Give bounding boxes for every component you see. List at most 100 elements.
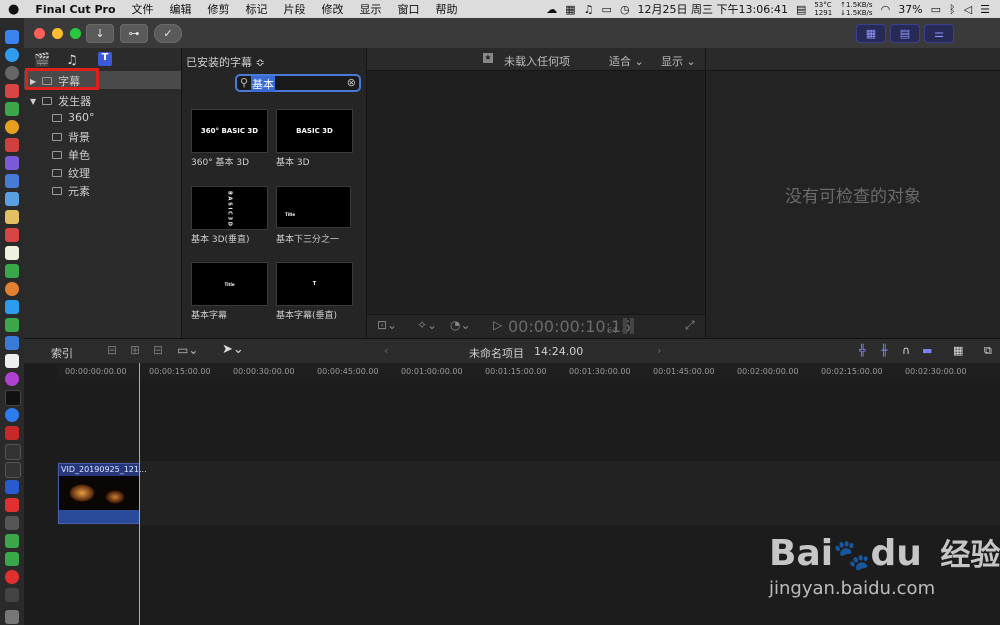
show-timeline-button[interactable]: ▤ bbox=[890, 24, 920, 43]
title-thumb-basic-3d-vertical[interactable]: B A S I C 3 D bbox=[191, 186, 268, 230]
terminal-icon[interactable] bbox=[5, 444, 21, 460]
yandex-icon[interactable] bbox=[5, 498, 19, 512]
enhance-icon[interactable]: ✧⌄ bbox=[417, 318, 437, 332]
show-browser-button[interactable]: ▦ bbox=[856, 24, 886, 43]
app-icon-green-2[interactable] bbox=[5, 264, 19, 278]
sidebar-item-elements[interactable]: 元素 bbox=[52, 183, 90, 199]
apple-tv-icon[interactable] bbox=[5, 390, 21, 406]
menu-help[interactable]: 帮助 bbox=[428, 1, 466, 17]
select-tool-icon[interactable]: ➤⌄ bbox=[222, 342, 244, 357]
app-icon-blue[interactable] bbox=[5, 174, 19, 188]
finder-icon[interactable] bbox=[5, 30, 19, 44]
show-inspector-button[interactable]: ⚌ bbox=[924, 24, 954, 43]
photos-audio-icon[interactable]: ♫ bbox=[66, 53, 78, 68]
messages-icon[interactable] bbox=[5, 318, 19, 332]
temp-fan-readout[interactable]: 53°C 1291 bbox=[814, 1, 832, 17]
display-dropdown[interactable]: 显示 ⌄ bbox=[661, 53, 696, 69]
minimize-window-button[interactable] bbox=[52, 28, 63, 39]
sidebar-item-generators[interactable]: ▼ 发生器 bbox=[30, 93, 91, 109]
bluetooth-icon[interactable]: ᛒ bbox=[949, 3, 956, 16]
app-icon-green-3[interactable] bbox=[5, 534, 19, 548]
apple-icon[interactable]: ● bbox=[0, 2, 27, 17]
skimming-icon[interactable]: ╬ bbox=[859, 344, 866, 357]
primary-storyline[interactable] bbox=[57, 461, 1000, 525]
trash-icon[interactable] bbox=[5, 610, 19, 624]
weibo-icon[interactable] bbox=[5, 570, 19, 584]
history-forward-icon[interactable]: › bbox=[657, 344, 661, 357]
network-readout[interactable]: ↑1.5KB/s ↓1.5KB/s bbox=[840, 1, 872, 17]
vivaldi-icon[interactable] bbox=[5, 426, 19, 440]
vpn-icon[interactable] bbox=[5, 480, 19, 494]
app-icon-red-2[interactable] bbox=[5, 138, 19, 152]
append-clip-icon[interactable]: ⊟ bbox=[153, 343, 163, 357]
sidebar-item-background[interactable]: 背景 bbox=[52, 129, 90, 145]
insert-clip-icon[interactable]: ⊞ bbox=[130, 343, 140, 357]
app-icon-blue-4[interactable] bbox=[5, 336, 19, 350]
zoom-window-button[interactable] bbox=[70, 28, 81, 39]
title-thumb-basic-3d[interactable]: BASIC 3D bbox=[276, 109, 353, 153]
sidebar-item-360[interactable]: 360° bbox=[52, 111, 95, 124]
music-icon[interactable]: ♫ bbox=[584, 3, 594, 16]
calendar-icon[interactable] bbox=[5, 228, 19, 242]
podcasts-icon[interactable] bbox=[5, 372, 19, 386]
volume-icon[interactable]: ◁ bbox=[964, 3, 972, 16]
chrome-icon[interactable] bbox=[5, 120, 19, 134]
stats-icon[interactable]: ▤ bbox=[796, 3, 806, 16]
final-cut-icon[interactable] bbox=[5, 588, 19, 602]
title-thumb-360-basic-3d[interactable]: 360° BASIC 3D bbox=[191, 109, 268, 153]
playhead[interactable] bbox=[139, 363, 140, 625]
timeline-ruler[interactable]: 00:00:00:00.00 00:00:15:00.00 00:00:30:0… bbox=[57, 363, 1000, 382]
menu-mark[interactable]: 标记 bbox=[238, 1, 276, 17]
title-thumb-basic-title[interactable]: Title bbox=[191, 262, 268, 306]
background-tasks-button[interactable]: ✓ bbox=[154, 24, 182, 43]
audio-skimming-icon[interactable]: ╫ bbox=[881, 344, 888, 357]
effects-browser-icon[interactable]: ⧉ bbox=[984, 344, 992, 358]
app-store-icon[interactable] bbox=[5, 408, 19, 422]
menu-view[interactable]: 显示 bbox=[352, 1, 390, 17]
grid-icon[interactable]: ▦ bbox=[565, 3, 575, 16]
battery-percent[interactable]: 37% bbox=[898, 3, 922, 16]
search-field[interactable]: ⚲ 基本 ⊗ bbox=[235, 74, 361, 92]
fullscreen-icon[interactable]: ⤢ bbox=[685, 318, 695, 333]
close-window-button[interactable] bbox=[34, 28, 45, 39]
index-button[interactable]: 索引 bbox=[51, 345, 73, 361]
menu-file[interactable]: 文件 bbox=[124, 1, 162, 17]
import-button[interactable]: ↓ bbox=[86, 24, 114, 43]
history-back-icon[interactable]: ‹ bbox=[384, 344, 388, 357]
app-icon-gray[interactable] bbox=[5, 516, 19, 530]
speed-icon[interactable]: ◔⌄ bbox=[450, 318, 471, 332]
menu-modify[interactable]: 修改 bbox=[314, 1, 352, 17]
headphones-icon[interactable]: ∩ bbox=[902, 344, 910, 357]
launchpad-icon[interactable] bbox=[5, 66, 19, 80]
video-clip[interactable]: VID_20190925_121... bbox=[58, 463, 147, 524]
menu-edit[interactable]: 编辑 bbox=[162, 1, 200, 17]
clock-icon[interactable]: ◷ bbox=[620, 3, 630, 16]
menu-clip[interactable]: 片段 bbox=[276, 1, 314, 17]
notes-icon[interactable] bbox=[5, 210, 19, 224]
ghost-icon[interactable]: ☁ bbox=[546, 3, 557, 16]
snapping-icon[interactable]: ▬ bbox=[922, 344, 932, 357]
app-icon-purple[interactable] bbox=[5, 156, 19, 170]
title-thumb-basic-lower-third[interactable]: Title bbox=[276, 186, 351, 228]
reminders-icon[interactable] bbox=[5, 246, 19, 260]
clip-appearance-icon[interactable]: ▦ bbox=[953, 344, 963, 357]
app-icon-red[interactable] bbox=[5, 84, 19, 98]
menu-window[interactable]: 窗口 bbox=[390, 1, 428, 17]
control-center-icon[interactable]: ☰ bbox=[980, 3, 990, 16]
play-icon[interactable]: ▷ bbox=[493, 318, 502, 332]
menubar-datetime[interactable]: 12月25日 周三 下午13:06:41 bbox=[638, 1, 788, 17]
battery-icon[interactable]: ▭ bbox=[931, 3, 941, 16]
connect-clip-icon[interactable]: ⊟ bbox=[107, 343, 117, 357]
clear-search-icon[interactable]: ⊗ bbox=[347, 76, 356, 89]
wifi-icon[interactable]: ◠ bbox=[881, 3, 891, 16]
titles-generators-icon[interactable]: T bbox=[98, 52, 112, 66]
photos-icon[interactable] bbox=[5, 282, 19, 296]
overwrite-clip-icon[interactable]: ▭⌄ bbox=[177, 343, 198, 357]
keywords-button[interactable]: ⊶ bbox=[120, 24, 148, 43]
transform-icon[interactable]: ⊡⌄ bbox=[377, 318, 397, 332]
activity-monitor-icon[interactable] bbox=[5, 462, 21, 478]
title-thumb-basic-title-vertical[interactable]: T bbox=[276, 262, 353, 306]
disclosure-down-icon[interactable]: ▼ bbox=[30, 97, 36, 106]
sidebar-item-solids[interactable]: 单色 bbox=[52, 147, 90, 163]
app-icon-white[interactable] bbox=[5, 354, 19, 368]
